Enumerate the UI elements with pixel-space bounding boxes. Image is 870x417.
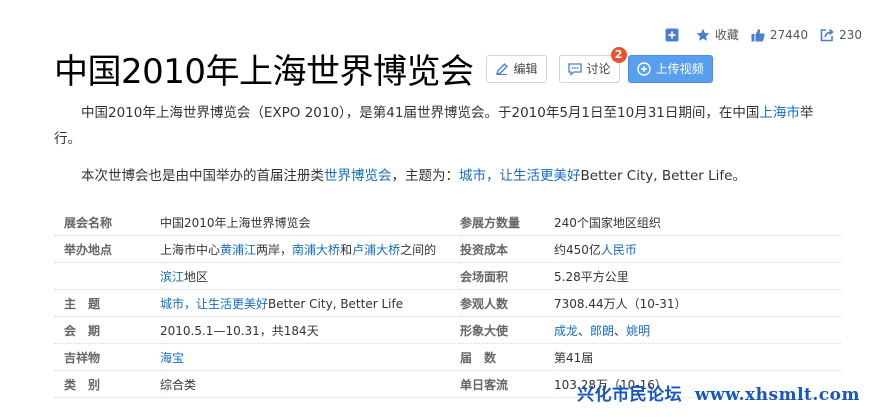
- star-icon: [696, 28, 710, 41]
- forum-watermark: 兴化市民论坛 www.xhsmlt.com: [577, 385, 860, 405]
- info-row: 吉祥物 海宝 届 数 第41届: [54, 343, 841, 371]
- huangpu-river-link[interactable]: 黄浦江: [220, 243, 256, 257]
- info-value: 2010.5.1—10.31，共184天: [160, 316, 460, 344]
- info-text: 地区: [184, 269, 209, 284]
- edit-button[interactable]: 编辑: [485, 54, 547, 83]
- intro-paragraph-2: 本次世博会也是由中国举办的首届注册类世界博览会，主题为：城市，让生活更美好Bet…: [54, 163, 834, 189]
- info-value: 约450亿人民币: [554, 235, 841, 263]
- info-key: 形象大使: [460, 316, 554, 344]
- info-value: 海宝: [160, 343, 460, 371]
- world-expo-link[interactable]: 世界博览会: [324, 168, 392, 184]
- toolbar: 收藏 27440 230: [653, 26, 862, 43]
- info-text: 上海市中心: [160, 242, 221, 257]
- shanghai-link[interactable]: 上海市: [759, 105, 800, 121]
- rmb-link[interactable]: 人民币: [601, 243, 637, 257]
- info-value: 成龙、郎朗、姚明: [554, 316, 841, 344]
- info-text: Better City, Better Life: [268, 296, 404, 311]
- intro-text: 中国2010年上海世界博览会（EXPO 2010），是第41届世界博览会。于20…: [81, 105, 760, 121]
- ambassador-link[interactable]: 成龙: [554, 324, 578, 338]
- info-key: 参展方数量: [460, 209, 554, 236]
- info-key: 单日客流: [460, 370, 554, 398]
- info-row: 展会名称 中国2010年上海世界博览会 参展方数量 240个国家地区组织: [54, 209, 841, 236]
- info-value: 5.28平方公里: [554, 262, 841, 290]
- info-key: 主 题: [54, 289, 160, 317]
- info-key: 吉祥物: [54, 343, 160, 371]
- info-value: 240个国家地区组织: [554, 209, 841, 236]
- info-key: 投资成本: [460, 235, 554, 263]
- info-key: 展会名称: [54, 209, 160, 236]
- thumbs-up-icon: [751, 28, 765, 41]
- chat-bubble-icon: [567, 62, 582, 76]
- like-button[interactable]: 27440: [751, 28, 808, 42]
- plus-circle-icon: [636, 61, 651, 76]
- upload-video-label: 上传视频: [655, 62, 704, 76]
- info-key: 参观人数: [460, 289, 554, 317]
- share-button[interactable]: 230: [820, 28, 862, 42]
- theme-link[interactable]: 城市，让生活更美好: [160, 297, 268, 311]
- ambassador-link[interactable]: 姚明: [626, 324, 650, 338]
- intro-text: Better City, Better Life。: [580, 168, 746, 184]
- intro-text: 本次世博会也是由中国举办的首届注册类: [81, 168, 324, 184]
- info-value: 7308.44万人（10-31）: [554, 289, 841, 317]
- info-text: 约450亿: [554, 242, 601, 257]
- plus-square-icon: [665, 28, 679, 41]
- info-row: 主 题 城市，让生活更美好Better City, Better Life 参观…: [54, 289, 841, 317]
- mascot-link[interactable]: 海宝: [160, 351, 184, 365]
- theme-link[interactable]: 城市，让生活更美好: [459, 168, 581, 184]
- info-value: 综合类: [160, 370, 460, 398]
- info-key: [54, 262, 160, 290]
- info-value: 城市，让生活更美好Better City, Better Life: [160, 289, 460, 317]
- info-value: 中国2010年上海世界博览会: [160, 209, 460, 236]
- info-text: 之间的: [400, 242, 437, 257]
- info-value: 第41届: [554, 343, 841, 371]
- info-key: 类 别: [54, 370, 160, 398]
- upload-video-button[interactable]: 上传视频: [627, 54, 713, 83]
- info-row: 滨江地区 会场面积 5.28平方公里: [54, 262, 841, 290]
- page-title: 中国2010年上海世界博览会: [54, 52, 474, 92]
- discuss-button[interactable]: 讨论 2: [558, 46, 627, 83]
- info-box: 展会名称 中国2010年上海世界博览会 参展方数量 240个国家地区组织 举办地…: [54, 209, 841, 398]
- favorite-button[interactable]: 收藏: [696, 26, 739, 43]
- info-key: 举办地点: [54, 235, 160, 263]
- add-button[interactable]: [665, 28, 684, 42]
- info-key: 会 期: [54, 316, 160, 344]
- info-text: 两岸，: [256, 242, 293, 257]
- share-icon: [820, 28, 834, 41]
- ambassador-link[interactable]: 郎朗: [590, 324, 614, 338]
- pencil-icon: [495, 62, 508, 75]
- info-value: 上海市中心黄浦江两岸，南浦大桥和卢浦大桥之间的: [160, 235, 460, 263]
- discuss-label: 讨论: [586, 62, 611, 76]
- intro-paragraph-1: 中国2010年上海世界博览会（EXPO 2010），是第41届世界博览会。于20…: [54, 100, 834, 152]
- discuss-badge: 2: [610, 46, 627, 63]
- separator: 、: [578, 323, 591, 338]
- intro-text: ，主题为：: [391, 168, 460, 184]
- info-key: 会场面积: [460, 262, 554, 290]
- info-value: 滨江地区: [160, 262, 460, 290]
- nanpu-bridge-link[interactable]: 南浦大桥: [292, 243, 340, 257]
- riverside-link[interactable]: 滨江: [160, 270, 184, 284]
- info-text: 和: [340, 242, 353, 257]
- share-count: 230: [839, 27, 862, 42]
- edit-label: 编辑: [513, 62, 538, 76]
- info-key: 届 数: [460, 343, 554, 371]
- title-row: 中国2010年上海世界博览会 编辑 讨论 2 上传视频: [54, 44, 713, 93]
- like-count: 27440: [769, 27, 809, 42]
- info-row: 会 期 2010.5.1—10.31，共184天 形象大使 成龙、郎朗、姚明: [54, 316, 841, 344]
- favorite-label: 收藏: [714, 28, 739, 42]
- info-row: 举办地点 上海市中心黄浦江两岸，南浦大桥和卢浦大桥之间的 投资成本 约450亿人…: [54, 235, 841, 263]
- separator: 、: [614, 323, 627, 338]
- lupu-bridge-link[interactable]: 卢浦大桥: [352, 243, 400, 257]
